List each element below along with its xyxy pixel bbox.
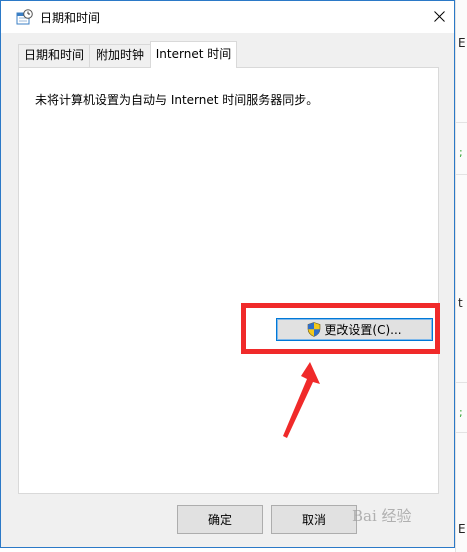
background-link-mark: ;	[459, 406, 463, 419]
close-icon	[434, 11, 445, 22]
annotation-highlight-box	[241, 303, 440, 354]
background-window: E ; t ; E	[455, 0, 467, 552]
cancel-button[interactable]: 取消	[271, 505, 357, 534]
background-text: E	[458, 522, 466, 536]
tab-additional-clocks[interactable]: 附加时钟	[89, 44, 151, 67]
internet-time-panel: 未将计算机设置为自动与 Internet 时间服务器同步。 更改设置(C)...	[18, 67, 439, 494]
date-time-icon	[16, 9, 33, 25]
window-title: 日期和时间	[40, 11, 101, 25]
background-link-mark: ;	[459, 146, 463, 159]
screenshot: E ; t ; E 日期和时间 日期和时间 附加时钟 Internet 时间 未…	[0, 0, 467, 552]
background-divider	[456, 382, 467, 383]
tab-internet-time[interactable]: Internet 时间	[150, 41, 237, 68]
background-text: E	[458, 36, 466, 50]
ok-button[interactable]: 确定	[177, 505, 263, 534]
annotation-arrow-icon	[283, 362, 320, 438]
close-button[interactable]	[425, 2, 454, 31]
title-bar[interactable]: 日期和时间	[1, 1, 454, 33]
background-divider	[456, 122, 467, 123]
tab-date-time[interactable]: 日期和时间	[18, 44, 90, 67]
background-text: t	[458, 296, 463, 310]
baidu-watermark: Bai 经验	[352, 507, 412, 525]
sync-status-text: 未将计算机设置为自动与 Internet 时间服务器同步。	[35, 93, 319, 107]
background-divider	[456, 432, 467, 433]
date-time-dialog: 日期和时间 日期和时间 附加时钟 Internet 时间 未将计算机设置为自动与…	[0, 0, 455, 548]
background-divider	[456, 174, 467, 175]
